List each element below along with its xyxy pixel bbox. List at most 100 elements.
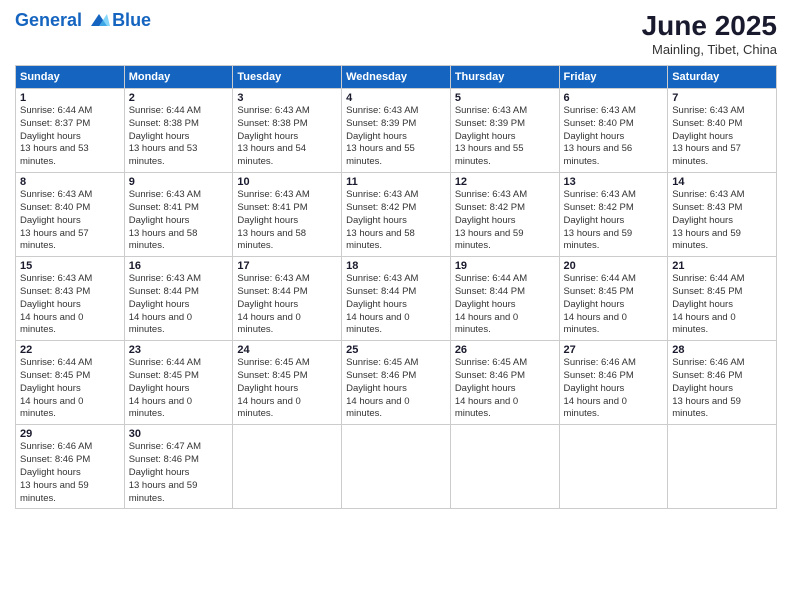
day-number: 25 xyxy=(346,344,446,356)
daylight-label: Daylight hours xyxy=(564,299,625,310)
table-row: 9 Sunrise: 6:43 AM Sunset: 8:41 PM Dayli… xyxy=(124,173,233,257)
sunset-label: Sunset: 8:45 PM xyxy=(129,370,199,381)
table-row: 30 Sunrise: 6:47 AM Sunset: 8:46 PM Dayl… xyxy=(124,425,233,509)
daylight-duration: 13 hours and 59 minutes. xyxy=(672,396,741,420)
sunrise-label: Sunrise: 6:43 AM xyxy=(129,273,201,284)
daylight-label: Daylight hours xyxy=(20,131,81,142)
table-row: 28 Sunrise: 6:46 AM Sunset: 8:46 PM Dayl… xyxy=(668,341,777,425)
day-number: 23 xyxy=(129,344,229,356)
sunrise-label: Sunrise: 6:45 AM xyxy=(237,357,309,368)
header-monday: Monday xyxy=(124,66,233,89)
sunset-label: Sunset: 8:46 PM xyxy=(564,370,634,381)
daylight-duration: 13 hours and 59 minutes. xyxy=(564,228,633,252)
daylight-duration: 14 hours and 0 minutes. xyxy=(129,396,192,420)
page: General Blue June 2025 Mainling, Tibet, … xyxy=(0,0,792,612)
daylight-duration: 13 hours and 59 minutes. xyxy=(129,480,198,504)
sunset-label: Sunset: 8:44 PM xyxy=(346,286,416,297)
table-row: 18 Sunrise: 6:43 AM Sunset: 8:44 PM Dayl… xyxy=(342,257,451,341)
day-number: 12 xyxy=(455,176,555,188)
calendar-week-row: 22 Sunrise: 6:44 AM Sunset: 8:45 PM Dayl… xyxy=(16,341,777,425)
day-number: 7 xyxy=(672,92,772,104)
daylight-duration: 14 hours and 0 minutes. xyxy=(237,312,300,336)
sunrise-label: Sunrise: 6:44 AM xyxy=(564,273,636,284)
table-row: 8 Sunrise: 6:43 AM Sunset: 8:40 PM Dayli… xyxy=(16,173,125,257)
day-number: 21 xyxy=(672,260,772,272)
daylight-duration: 14 hours and 0 minutes. xyxy=(564,396,627,420)
day-info: Sunrise: 6:44 AM Sunset: 8:37 PM Dayligh… xyxy=(20,105,120,169)
day-info: Sunrise: 6:43 AM Sunset: 8:44 PM Dayligh… xyxy=(237,273,337,337)
day-info: Sunrise: 6:43 AM Sunset: 8:40 PM Dayligh… xyxy=(672,105,772,169)
day-number: 14 xyxy=(672,176,772,188)
sunset-label: Sunset: 8:44 PM xyxy=(129,286,199,297)
day-info: Sunrise: 6:45 AM Sunset: 8:45 PM Dayligh… xyxy=(237,357,337,421)
sunset-label: Sunset: 8:37 PM xyxy=(20,118,90,129)
sunrise-label: Sunrise: 6:43 AM xyxy=(564,189,636,200)
daylight-duration: 13 hours and 59 minutes. xyxy=(455,228,524,252)
day-number: 24 xyxy=(237,344,337,356)
sunset-label: Sunset: 8:44 PM xyxy=(455,286,525,297)
daylight-label: Daylight hours xyxy=(237,131,298,142)
day-number: 9 xyxy=(129,176,229,188)
day-number: 6 xyxy=(564,92,664,104)
logo-icon xyxy=(88,12,110,30)
daylight-label: Daylight hours xyxy=(129,215,190,226)
sunrise-label: Sunrise: 6:43 AM xyxy=(346,189,418,200)
daylight-label: Daylight hours xyxy=(672,383,733,394)
day-info: Sunrise: 6:46 AM Sunset: 8:46 PM Dayligh… xyxy=(564,357,664,421)
daylight-duration: 13 hours and 57 minutes. xyxy=(20,228,89,252)
sunrise-label: Sunrise: 6:44 AM xyxy=(129,105,201,116)
day-info: Sunrise: 6:43 AM Sunset: 8:43 PM Dayligh… xyxy=(20,273,120,337)
header-sunday: Sunday xyxy=(16,66,125,89)
daylight-label: Daylight hours xyxy=(455,299,516,310)
sunrise-label: Sunrise: 6:46 AM xyxy=(672,357,744,368)
sunrise-label: Sunrise: 6:43 AM xyxy=(237,189,309,200)
daylight-duration: 14 hours and 0 minutes. xyxy=(346,312,409,336)
sunset-label: Sunset: 8:41 PM xyxy=(237,202,307,213)
table-row: 21 Sunrise: 6:44 AM Sunset: 8:45 PM Dayl… xyxy=(668,257,777,341)
day-info: Sunrise: 6:43 AM Sunset: 8:44 PM Dayligh… xyxy=(346,273,446,337)
day-info: Sunrise: 6:44 AM Sunset: 8:45 PM Dayligh… xyxy=(564,273,664,337)
sunset-label: Sunset: 8:42 PM xyxy=(346,202,416,213)
sunset-label: Sunset: 8:45 PM xyxy=(237,370,307,381)
day-info: Sunrise: 6:46 AM Sunset: 8:46 PM Dayligh… xyxy=(20,441,120,505)
daylight-duration: 13 hours and 59 minutes. xyxy=(20,480,89,504)
daylight-duration: 14 hours and 0 minutes. xyxy=(237,396,300,420)
calendar-week-row: 15 Sunrise: 6:43 AM Sunset: 8:43 PM Dayl… xyxy=(16,257,777,341)
table-row: 5 Sunrise: 6:43 AM Sunset: 8:39 PM Dayli… xyxy=(450,89,559,173)
sunset-label: Sunset: 8:45 PM xyxy=(20,370,90,381)
daylight-duration: 13 hours and 56 minutes. xyxy=(564,143,633,167)
day-info: Sunrise: 6:43 AM Sunset: 8:42 PM Dayligh… xyxy=(346,189,446,253)
day-number: 17 xyxy=(237,260,337,272)
day-number: 26 xyxy=(455,344,555,356)
daylight-label: Daylight hours xyxy=(237,299,298,310)
table-row: 1 Sunrise: 6:44 AM Sunset: 8:37 PM Dayli… xyxy=(16,89,125,173)
sunset-label: Sunset: 8:42 PM xyxy=(564,202,634,213)
sunset-label: Sunset: 8:46 PM xyxy=(455,370,525,381)
sunrise-label: Sunrise: 6:44 AM xyxy=(672,273,744,284)
sunrise-label: Sunrise: 6:43 AM xyxy=(237,105,309,116)
table-row: 20 Sunrise: 6:44 AM Sunset: 8:45 PM Dayl… xyxy=(559,257,668,341)
day-info: Sunrise: 6:43 AM Sunset: 8:44 PM Dayligh… xyxy=(129,273,229,337)
sunset-label: Sunset: 8:38 PM xyxy=(237,118,307,129)
day-info: Sunrise: 6:43 AM Sunset: 8:40 PM Dayligh… xyxy=(20,189,120,253)
table-row xyxy=(450,425,559,509)
sunrise-label: Sunrise: 6:43 AM xyxy=(20,273,92,284)
table-row: 16 Sunrise: 6:43 AM Sunset: 8:44 PM Dayl… xyxy=(124,257,233,341)
sunset-label: Sunset: 8:43 PM xyxy=(672,202,742,213)
day-number: 11 xyxy=(346,176,446,188)
header-thursday: Thursday xyxy=(450,66,559,89)
header: General Blue June 2025 Mainling, Tibet, … xyxy=(15,10,777,57)
table-row: 10 Sunrise: 6:43 AM Sunset: 8:41 PM Dayl… xyxy=(233,173,342,257)
title-block: June 2025 Mainling, Tibet, China xyxy=(642,10,777,57)
day-info: Sunrise: 6:45 AM Sunset: 8:46 PM Dayligh… xyxy=(346,357,446,421)
sunrise-label: Sunrise: 6:45 AM xyxy=(346,357,418,368)
daylight-label: Daylight hours xyxy=(564,215,625,226)
day-number: 15 xyxy=(20,260,120,272)
daylight-label: Daylight hours xyxy=(346,131,407,142)
daylight-label: Daylight hours xyxy=(672,299,733,310)
table-row: 6 Sunrise: 6:43 AM Sunset: 8:40 PM Dayli… xyxy=(559,89,668,173)
day-info: Sunrise: 6:44 AM Sunset: 8:45 PM Dayligh… xyxy=(672,273,772,337)
sunset-label: Sunset: 8:39 PM xyxy=(455,118,525,129)
sunset-label: Sunset: 8:38 PM xyxy=(129,118,199,129)
sunset-label: Sunset: 8:44 PM xyxy=(237,286,307,297)
